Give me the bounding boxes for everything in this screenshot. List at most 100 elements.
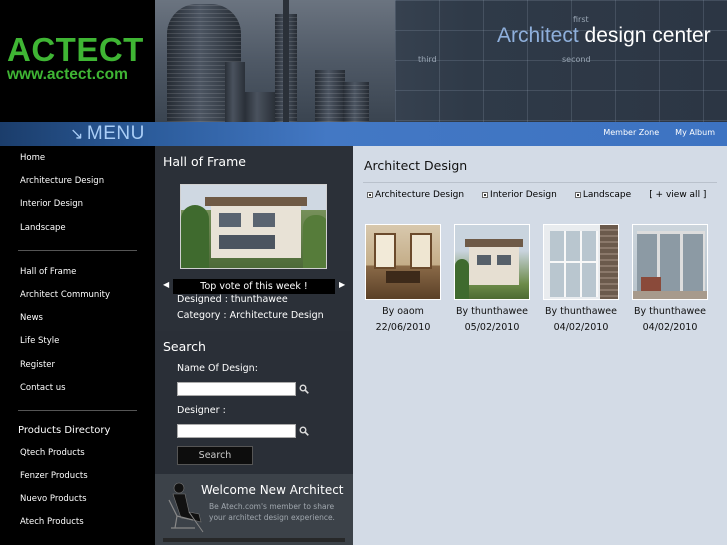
sidebar-item-news[interactable]: News (0, 307, 155, 330)
sidebar-item-landscape[interactable]: Landscape (0, 217, 155, 240)
search-icon[interactable] (299, 384, 309, 394)
logo-url: www.actect.com (7, 66, 128, 83)
search-icon[interactable] (299, 426, 309, 436)
sidebar-item-hall-of-frame[interactable]: Hall of Frame (0, 261, 155, 284)
designer-input[interactable] (177, 424, 296, 438)
search-button[interactable]: Search (177, 446, 253, 465)
sidebar-divider (18, 409, 137, 411)
design-thumbnail[interactable] (543, 224, 619, 300)
grid-word: first (573, 15, 589, 24)
page-title: Architect Design (364, 158, 468, 173)
products-directory-heading: Products Directory (18, 424, 111, 436)
floor (633, 291, 707, 299)
glass-frame (550, 261, 598, 263)
category-filter: Architecture Design Interior Design Land… (367, 190, 706, 200)
building (245, 92, 275, 122)
design-thumbnail[interactable] (365, 224, 441, 300)
welcome-title: Welcome New Architect (201, 483, 344, 497)
house-window (219, 235, 275, 249)
sidebar-item-interior-design[interactable]: Interior Design (0, 193, 155, 216)
sidebar: Home Architecture Design Interior Design… (0, 146, 155, 545)
banner-title: Architect design center (497, 24, 711, 48)
banner-title-part1: Architect (497, 24, 579, 47)
sidebar-item-contact-us[interactable]: Contact us (0, 377, 155, 400)
house-window (497, 255, 511, 265)
design-date: 04/02/2010 (553, 322, 609, 333)
house-roof (205, 197, 307, 206)
name-of-design-input[interactable] (177, 382, 296, 396)
top-vote-label: Top vote of this week ! (173, 279, 335, 294)
category-interior-design[interactable]: Interior Design (482, 190, 557, 200)
spire (283, 0, 289, 122)
bullet-icon (367, 192, 373, 198)
sidebar-item-nuevo-products[interactable]: Nuevo Products (0, 488, 155, 511)
top-links: Member Zone My Album (603, 128, 715, 137)
sidebar-item-life-style[interactable]: Life Style (0, 330, 155, 353)
welcome-text: Be Atech.com's member to share your arch… (209, 502, 335, 522)
sidebar-item-register[interactable]: Register (0, 354, 155, 377)
design-card: By thunthawee 05/02/2010 (454, 224, 530, 334)
house-roof (465, 239, 523, 247)
sidebar-group-products: Qtech Products Fenzer Products Nuevo Pro… (0, 442, 155, 535)
design-author: By thunthawee (456, 306, 528, 317)
window-shape (410, 233, 432, 269)
bullet-icon (482, 192, 489, 198)
welcome-footer-strip (163, 538, 345, 542)
site-logo[interactable]: ACTECT www.actect.com (0, 0, 155, 122)
category-label: Interior Design (490, 190, 557, 200)
design-card: By thunthawee 04/02/2010 (632, 224, 708, 334)
blueprint-grid (395, 0, 727, 122)
category-architecture-design[interactable]: Architecture Design (367, 190, 464, 200)
design-author: By thunthawee (634, 306, 706, 317)
furniture-shape (641, 277, 661, 291)
building (225, 62, 245, 122)
grid-word: second (562, 55, 591, 64)
previous-arrow-icon[interactable]: ◀ (163, 280, 169, 289)
design-card: By thunthawee 04/02/2010 (543, 224, 619, 334)
sidebar-item-qtech-products[interactable]: Qtech Products (0, 442, 155, 465)
design-thumbnail[interactable] (454, 224, 530, 300)
city-skyline-image (155, 0, 395, 122)
sidebar-item-atech-products[interactable]: Atech Products (0, 511, 155, 534)
house-window (253, 213, 275, 227)
featured-house-photo[interactable] (180, 184, 327, 269)
arrow-down-right-icon: ↘ (70, 126, 84, 143)
sidebar-item-architect-community[interactable]: Architect Community (0, 284, 155, 307)
my-album-link[interactable]: My Album (675, 128, 715, 137)
view-all-link[interactable]: [ + view all ] (649, 190, 706, 200)
glass-wall (550, 231, 598, 297)
name-of-design-label: Name Of Design: (177, 363, 258, 374)
middle-column: Hall of Frame ◀ Top vote of this week ! … (155, 146, 353, 545)
welcome-panel[interactable]: Welcome New Architect Be Atech.com's mem… (155, 474, 353, 545)
design-author: By oaom (382, 306, 424, 317)
bullet-icon (574, 192, 581, 198)
grid-word: third (418, 55, 437, 64)
sidebar-item-fenzer-products[interactable]: Fenzer Products (0, 465, 155, 488)
designed-by: Designed : thunthawee (177, 294, 288, 305)
hall-of-frame-title: Hall of Frame (163, 154, 246, 169)
header-banner: first third second Architect design cent… (155, 0, 727, 122)
design-date: 22/06/2010 (375, 322, 431, 333)
sidebar-divider (18, 249, 137, 251)
design-thumbnail[interactable] (632, 224, 708, 300)
search-panel: Search Name Of Design: Designer : Search (155, 331, 353, 474)
design-card: By oaom 22/06/2010 (365, 224, 441, 334)
title-divider (363, 182, 717, 183)
next-arrow-icon[interactable]: ▶ (339, 280, 345, 289)
category-label: Landscape (582, 190, 632, 200)
category-landscape[interactable]: Landscape (574, 190, 632, 200)
menu-bar: ↘ MENU Member Zone My Album (0, 122, 727, 146)
sidebar-item-architecture-design[interactable]: Architecture Design (0, 170, 155, 193)
brick-pillar (600, 225, 618, 299)
member-zone-link[interactable]: Member Zone (603, 128, 659, 137)
category-label: Architecture Design (375, 190, 465, 200)
hall-of-frame-panel: Hall of Frame ◀ Top vote of this week ! … (155, 146, 353, 331)
tree (181, 205, 209, 268)
sidebar-group-community: Hall of Frame Architect Community News L… (0, 261, 155, 400)
window-shape (374, 233, 396, 269)
building (343, 82, 369, 122)
design-date: 05/02/2010 (464, 322, 520, 333)
sidebar-item-home[interactable]: Home (0, 147, 155, 170)
banner-title-part2: design center (584, 24, 711, 47)
main-content: Architect Design Architecture Design Int… (353, 146, 727, 545)
